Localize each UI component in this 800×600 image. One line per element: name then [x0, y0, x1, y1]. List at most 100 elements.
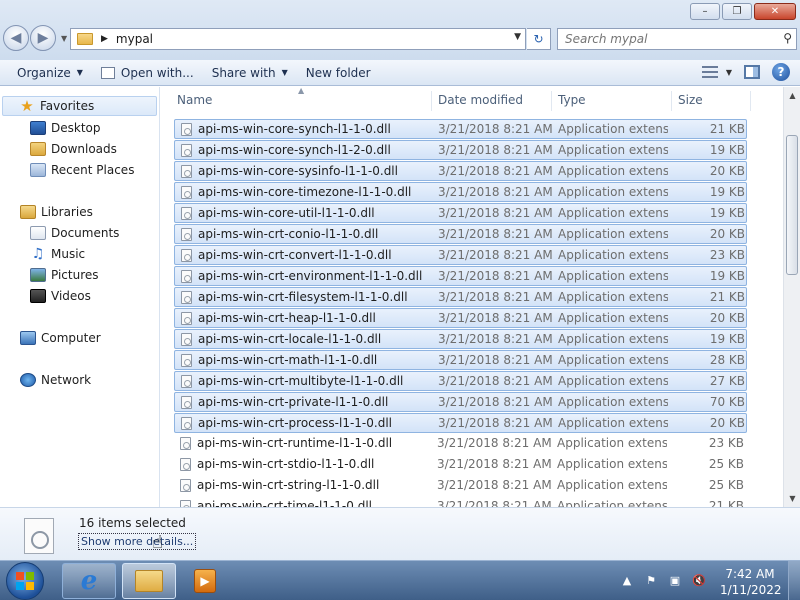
file-size: 23 KB	[709, 248, 745, 262]
search-box[interactable]: ⚲	[557, 28, 797, 50]
sort-ascending-icon: ▲	[298, 87, 305, 95]
breadcrumb-chevron-icon[interactable]: ▶	[101, 34, 108, 44]
network-icon	[20, 373, 36, 387]
taskbar-internet-explorer[interactable]: e	[62, 563, 116, 599]
search-icon[interactable]: ⚲	[783, 31, 792, 45]
refresh-icon: ↻	[533, 32, 544, 46]
clock[interactable]: 7:42 AM 1/11/2022	[720, 566, 782, 598]
file-row[interactable]: api-ms-win-core-timezone-l1-1-0.dll 3/21/…	[174, 182, 747, 202]
chevron-down-icon: ▼	[725, 67, 732, 77]
column-divider[interactable]	[671, 91, 672, 111]
column-divider[interactable]	[431, 91, 432, 111]
scrollbar-thumb[interactable]	[786, 135, 798, 275]
nav-item-desktop[interactable]: Desktop	[30, 118, 101, 138]
close-button[interactable]: ✕	[754, 3, 796, 20]
nav-item-videos[interactable]: Videos	[30, 286, 91, 306]
action-center-flag-icon[interactable]: ⚑	[644, 573, 658, 587]
file-name: api-ms-win-core-synch-l1-1-0.dll	[198, 122, 391, 136]
nav-item-recent-places[interactable]: Recent Places	[30, 160, 134, 180]
file-row[interactable]: api-ms-win-crt-runtime-l1-1-0.dll 3/21/20…	[174, 434, 747, 454]
file-row[interactable]: api-ms-win-crt-multibyte-l1-1-0.dll 3/21/…	[174, 371, 747, 391]
file-date-modified: 3/21/2018 8:21 AM	[438, 248, 553, 262]
nav-item-documents[interactable]: Documents	[30, 223, 119, 243]
hand-cursor-icon: ☝	[152, 532, 163, 553]
scroll-down-icon[interactable]: ▼	[784, 490, 800, 507]
file-size: 19 KB	[709, 143, 745, 157]
dll-file-icon	[181, 228, 192, 241]
file-row[interactable]: api-ms-win-crt-environment-l1-1-0.dll 3/2…	[174, 266, 747, 286]
file-row[interactable]: api-ms-win-crt-process-l1-1-0.dll 3/21/20…	[174, 413, 747, 433]
back-button[interactable]: ◀	[3, 25, 29, 51]
taskbar-media-player[interactable]: ▶	[182, 563, 228, 599]
file-row[interactable]: api-ms-win-core-synch-l1-1-0.dll 3/21/201…	[174, 119, 747, 139]
file-row[interactable]: api-ms-win-crt-private-l1-1-0.dll 3/21/20…	[174, 392, 747, 412]
refresh-button[interactable]: ↻	[527, 28, 551, 50]
search-input[interactable]	[565, 29, 765, 49]
column-header-date[interactable]: Date modified	[438, 93, 523, 113]
start-flag-icon	[26, 572, 34, 580]
file-name: api-ms-win-crt-math-l1-1-0.dll	[198, 353, 378, 367]
show-desktop-button[interactable]	[788, 561, 800, 600]
help-icon[interactable]: ?	[772, 63, 790, 81]
dll-file-icon	[181, 333, 192, 346]
column-header-type[interactable]: Type	[558, 93, 586, 113]
file-name: api-ms-win-crt-stdio-l1-1-0.dll	[197, 457, 375, 471]
file-row[interactable]: api-ms-win-crt-locale-l1-1-0.dll 3/21/201…	[174, 329, 747, 349]
file-row[interactable]: api-ms-win-crt-time-l1-1-0.dll 3/21/2018 …	[174, 497, 747, 507]
nav-label: Videos	[51, 289, 91, 303]
column-header-name[interactable]: Name	[177, 93, 212, 113]
network-status-icon[interactable]: ▣	[668, 573, 682, 587]
volume-muted-icon[interactable]: 🔇	[692, 573, 706, 587]
new-folder-button[interactable]: New folder	[297, 62, 380, 84]
file-list: ▲ Name Date modified Type Size api-ms-wi…	[163, 87, 783, 507]
nav-item-network[interactable]: Network	[20, 370, 91, 390]
organize-menu[interactable]: Organize ▼	[8, 62, 92, 84]
column-divider[interactable]	[750, 91, 751, 111]
nav-item-libraries[interactable]: Libraries	[20, 202, 93, 222]
dll-file-icon	[181, 249, 192, 262]
file-row[interactable]: api-ms-win-crt-convert-l1-1-0.dll 3/21/20…	[174, 245, 747, 265]
minimize-button[interactable]: –	[690, 3, 720, 20]
dll-file-icon	[181, 291, 192, 304]
file-row[interactable]: api-ms-win-crt-stdio-l1-1-0.dll 3/21/2018…	[174, 455, 747, 475]
file-row[interactable]: api-ms-win-core-synch-l1-2-0.dll 3/21/201…	[174, 140, 747, 160]
show-more-details-link[interactable]: Show more details...	[78, 533, 197, 550]
address-dropdown-icon[interactable]: ▼	[514, 32, 521, 42]
file-name: api-ms-win-core-synch-l1-2-0.dll	[198, 143, 391, 157]
dll-file-icon	[181, 165, 192, 178]
taskbar-windows-explorer[interactable]	[122, 563, 176, 599]
start-button[interactable]	[6, 562, 44, 600]
recent-pages-dropdown[interactable]: ▼	[61, 34, 67, 43]
nav-label: Libraries	[41, 205, 93, 219]
file-row[interactable]: api-ms-win-crt-math-l1-1-0.dll 3/21/2018 …	[174, 350, 747, 370]
show-hidden-icons-icon[interactable]: ▲	[620, 573, 634, 587]
file-row[interactable]: api-ms-win-crt-heap-l1-1-0.dll 3/21/2018 …	[174, 308, 747, 328]
breadcrumb-mypal[interactable]: mypal	[116, 32, 153, 46]
file-type: Application extens...	[558, 416, 668, 430]
dll-file-icon	[180, 458, 191, 471]
file-row[interactable]: api-ms-win-core-util-l1-1-0.dll 3/21/2018…	[174, 203, 747, 223]
nav-item-pictures[interactable]: Pictures	[30, 265, 99, 285]
preview-pane-icon[interactable]	[744, 65, 760, 79]
column-header-size[interactable]: Size	[678, 93, 703, 113]
nav-item-computer[interactable]: Computer	[20, 328, 101, 348]
share-with-menu[interactable]: Share with ▼	[203, 62, 297, 84]
nav-item-downloads[interactable]: Downloads	[30, 139, 117, 159]
dll-file-icon	[181, 207, 192, 220]
open-with-button[interactable]: Open with...	[92, 62, 203, 84]
file-row[interactable]: api-ms-win-crt-filesystem-l1-1-0.dll 3/21…	[174, 287, 747, 307]
file-row[interactable]: api-ms-win-core-sysinfo-l1-1-0.dll 3/21/2…	[174, 161, 747, 181]
forward-button[interactable]: ▶	[30, 25, 56, 51]
column-divider[interactable]	[551, 91, 552, 111]
maximize-button[interactable]: ❐	[722, 3, 752, 20]
change-view-button[interactable]: ▼	[701, 66, 732, 78]
nav-item-favorites[interactable]: ★ Favorites	[2, 96, 157, 116]
file-row[interactable]: api-ms-win-crt-string-l1-1-0.dll 3/21/201…	[174, 476, 747, 496]
vertical-scrollbar[interactable]: ▲ ▼	[783, 87, 800, 507]
toolbar-view-controls: ▼ ?	[701, 63, 790, 81]
scroll-up-icon[interactable]: ▲	[784, 87, 800, 104]
file-row[interactable]: api-ms-win-crt-conio-l1-1-0.dll 3/21/2018…	[174, 224, 747, 244]
nav-item-music[interactable]: ♫ Music	[30, 244, 85, 264]
address-bar[interactable]: ▶ mypal ▼	[70, 28, 526, 50]
file-size: 70 KB	[709, 395, 745, 409]
